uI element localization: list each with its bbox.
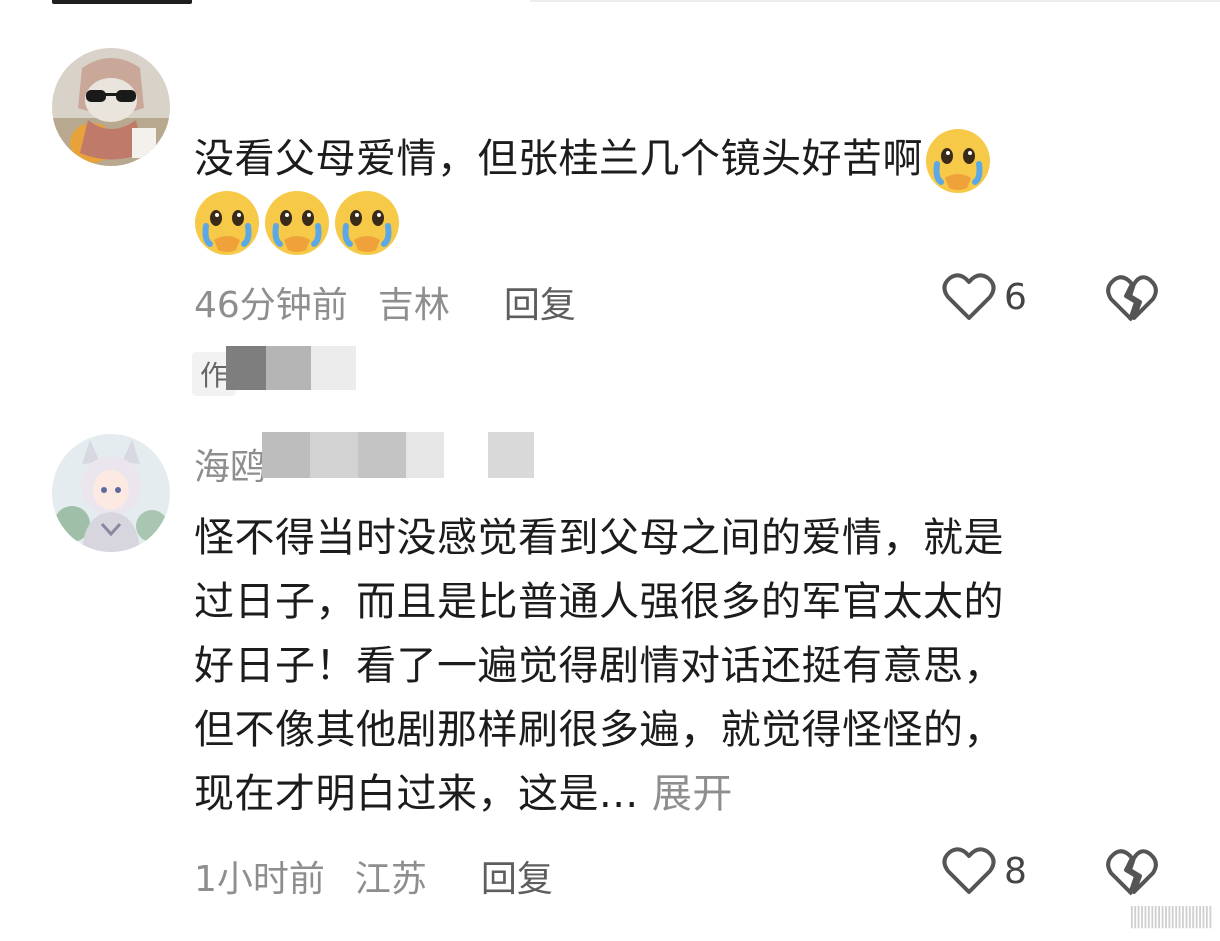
comment-time: 46分钟前 [194, 285, 348, 326]
author-tag-label: 作 [200, 359, 229, 392]
comment-1-text: 没看父母爱情，但张桂兰几个镜头好苦啊 [194, 126, 993, 196]
comment-line: 但不像其他剧那样刷很多遍，就觉得怪怪的， [194, 707, 1004, 753]
crying-face-emoji-icon [926, 129, 990, 193]
comment-line: 好日子！看了一遍觉得剧情对话还挺有意思， [194, 643, 1004, 689]
top-tab-indicator [52, 0, 192, 4]
like-count: 6 [1004, 276, 1027, 318]
watermark: |||||||||||||||||||||||| [1128, 904, 1214, 929]
broken-heart-icon [1106, 275, 1158, 322]
avatar-anime-girl[interactable] [52, 434, 170, 552]
comment-2-meta: 1小时前 江苏 回复 [194, 850, 583, 902]
top-divider [530, 0, 1220, 2]
crying-face-emoji-icon [335, 191, 399, 255]
like-button[interactable]: 8 [942, 846, 1027, 896]
comment-2-text: 怪不得当时没感觉看到父母之间的爱情，就是 过日子，而且是比普通人强很多的军官太太… [194, 506, 1004, 826]
heart-outline-icon [942, 273, 996, 320]
crying-face-emoji-icon [265, 191, 329, 255]
reply-button[interactable]: 回复 [504, 276, 576, 328]
broken-heart-icon [1106, 849, 1158, 896]
redacted-name [226, 346, 356, 390]
dislike-button[interactable] [1106, 274, 1158, 328]
comment-1-meta: 46分钟前 吉林 回复 [194, 276, 606, 328]
dislike-button[interactable] [1106, 848, 1158, 902]
avatar-cat-sunglasses[interactable] [52, 48, 170, 166]
like-count: 8 [1004, 850, 1027, 892]
reply-button[interactable]: 回复 [481, 850, 553, 902]
expand-link[interactable]: 展开 [652, 771, 733, 817]
comment-line: 怪不得当时没感觉看到父母之间的爱情，就是 [194, 515, 1004, 561]
comment-line-text: 现在才明白过来，这是... [194, 771, 639, 817]
comment-line: 过日子，而且是比普通人强很多的军官太太的 [194, 579, 1004, 625]
comment-time: 1小时前 [194, 859, 325, 900]
comment-line-last: 现在才明白过来，这是... 展开 [194, 762, 1004, 826]
crying-face-emoji-icon [195, 191, 259, 255]
heart-outline-icon [942, 847, 996, 894]
like-button[interactable]: 6 [942, 272, 1027, 322]
comment-location: 吉林 [377, 285, 450, 326]
redacted-username [262, 432, 534, 478]
username-text: 海鸥 [194, 447, 267, 488]
emoji-row [192, 188, 402, 258]
comment-location: 江苏 [354, 859, 427, 900]
comment-2-username[interactable]: 海鸥 [194, 438, 266, 490]
comment-1-line-1: 没看父母爱情，但张桂兰几个镜头好苦啊 [194, 136, 923, 182]
